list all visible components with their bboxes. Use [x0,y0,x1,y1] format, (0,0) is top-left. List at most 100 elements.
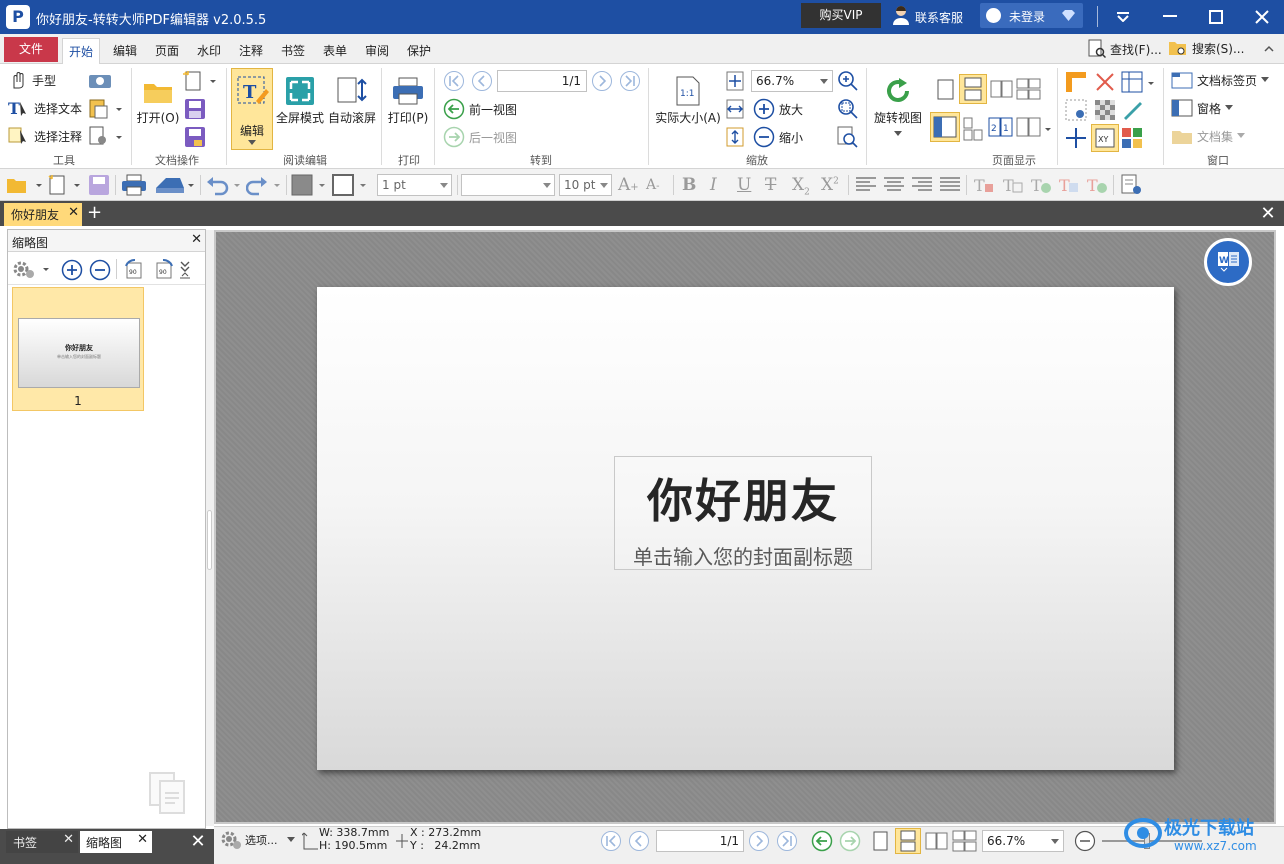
tab-form[interactable]: 表单 [317,38,353,64]
tab-bookmark[interactable]: 书签 [275,38,311,64]
next-page-icon[interactable] [591,70,613,92]
page-subtitle[interactable]: 单击输入您的封面副标题 [615,541,871,570]
snapshot-camera-icon[interactable] [88,71,112,89]
single-page-icon[interactable] [872,830,890,852]
next-view-button[interactable]: 后一视图 [443,126,517,148]
search-button[interactable]: 搜索(S)... [1168,39,1244,57]
hand-tool-button[interactable]: 手型 [8,70,56,90]
continuous-page-button[interactable] [959,74,987,104]
save-icon[interactable] [88,174,110,196]
close-document-button[interactable]: ✕ [1258,204,1278,224]
previous-page-icon[interactable] [628,830,650,852]
save-icon[interactable] [184,98,206,120]
save-as-icon[interactable] [184,126,206,148]
zoom-out-icon[interactable] [89,259,111,281]
next-page-icon[interactable] [748,830,770,852]
continuous-facing-icon[interactable] [1016,78,1042,102]
tab-watermark[interactable]: 水印 [191,38,227,64]
superscript-icon[interactable]: X2 [821,175,839,195]
split-view-button[interactable] [930,112,960,142]
tab-start[interactable]: 开始 [62,38,101,64]
actual-size-button[interactable]: 1:1 实际大小(A) [654,76,722,126]
close-window-button[interactable] [1240,3,1284,31]
grid-icon[interactable] [1120,70,1156,94]
zoom-level-select[interactable]: 66.7% [982,830,1064,852]
align-center-icon[interactable] [883,176,905,194]
zoom-level-select[interactable]: 66.7% [751,70,833,92]
close-icon[interactable]: ✕ [63,832,74,847]
customer-service-icon[interactable] [892,5,910,25]
printer-icon[interactable] [121,174,147,196]
ruler-icon[interactable] [1064,70,1088,94]
panel-splitter[interactable] [206,230,214,826]
document-set-button[interactable]: 文档集 [1171,126,1246,146]
previous-page-icon[interactable] [471,70,493,92]
close-icon[interactable]: ✕ [137,832,148,847]
color-tiles-icon[interactable] [1120,126,1144,150]
first-page-icon[interactable] [600,830,622,852]
text-copy-icon[interactable]: T [1058,174,1080,196]
marquee-zoom-icon[interactable] [837,98,859,120]
snap-grid-icon[interactable] [1064,98,1088,122]
first-page-icon[interactable] [443,70,465,92]
crosshair-icon[interactable] [1064,126,1088,150]
page-number-input[interactable]: 1/1 [656,830,744,852]
arrow-left-circle-icon[interactable] [811,830,833,852]
measure-icon[interactable] [1093,70,1117,94]
ruler-guide-icon[interactable] [1120,98,1144,122]
align-right-icon[interactable] [911,176,933,194]
panes-button[interactable]: 窗格 [1171,98,1234,118]
clipboard-icon[interactable] [88,97,124,119]
zoom-in-icon[interactable] [61,259,83,281]
coordinates-button[interactable]: XY [1091,124,1119,152]
maximize-button[interactable] [1194,3,1238,31]
auto-scroll-button[interactable]: 自动滚屏 [327,76,377,126]
tab-annotate[interactable]: 注释 [233,38,269,64]
align-left-icon[interactable] [855,176,877,194]
line-width-select[interactable]: 1 pt [377,174,452,196]
new-document-icon[interactable] [46,174,82,196]
stroke-color-icon[interactable] [332,174,370,196]
rotate-view-button[interactable]: 旋转视图 [871,76,925,140]
increase-font-icon[interactable]: A+ [618,175,639,195]
text-confirm-icon[interactable]: T [1030,174,1052,196]
underline-icon[interactable]: U [737,175,751,195]
pdf-page[interactable]: 你好朋友 单击输入您的封面副标题 [317,287,1174,770]
tab-page[interactable]: 页面 [149,38,185,64]
text-insert-icon[interactable]: T [973,174,995,196]
zoom-in-button[interactable]: 放大 [753,98,803,120]
page-layout-options-icon[interactable] [1016,116,1052,140]
transparency-grid-icon[interactable] [1093,98,1117,122]
close-icon[interactable]: ✕ [191,232,202,247]
facing-pages-icon[interactable] [990,78,1014,102]
fullscreen-button[interactable]: 全屏模式 [275,76,325,126]
previous-view-button[interactable]: 前一视图 [443,98,517,120]
bookmarks-tab[interactable]: 书签 ✕ [6,831,78,853]
scan-icon[interactable] [154,174,196,196]
document-tabs-button[interactable]: 文档标签页 [1171,70,1270,90]
align-justify-icon[interactable] [939,176,961,194]
zoom-magnifier-icon[interactable] [837,70,859,92]
gear-icon[interactable] [12,258,52,280]
collapse-ribbon-icon[interactable] [1262,42,1276,56]
buy-vip-button[interactable]: 购买VIP [801,3,881,28]
thumbnails-tab[interactable]: 缩略图 ✕ [80,831,152,853]
continuous-facing-icon[interactable] [952,830,978,852]
facing-pages-icon[interactable] [925,830,949,852]
login-button[interactable]: 未登录 [980,3,1083,28]
zoom-out-button[interactable]: 缩小 [753,126,803,148]
properties-settings-icon[interactable] [1120,174,1144,196]
italic-icon[interactable]: I [710,175,717,195]
select-text-button[interactable]: T 选择文本 [8,98,82,118]
options-button[interactable]: 选项... [245,832,278,848]
dropdown-menu-button[interactable] [1101,3,1145,31]
tab-edit[interactable]: 编辑 [107,38,143,64]
page-thumbnail[interactable]: 你好朋友 单击输入您的封面副标题 1 [12,287,144,411]
more-options-icon[interactable] [179,259,191,281]
loupe-icon[interactable] [837,126,859,148]
new-tab-button[interactable]: + [85,203,104,223]
splitter-handle[interactable] [207,510,212,570]
document-tab[interactable]: 你好朋友 ✕ [4,203,82,226]
rotate-right-icon[interactable]: 90 [152,258,176,282]
convert-to-word-button[interactable]: W [1204,238,1252,286]
